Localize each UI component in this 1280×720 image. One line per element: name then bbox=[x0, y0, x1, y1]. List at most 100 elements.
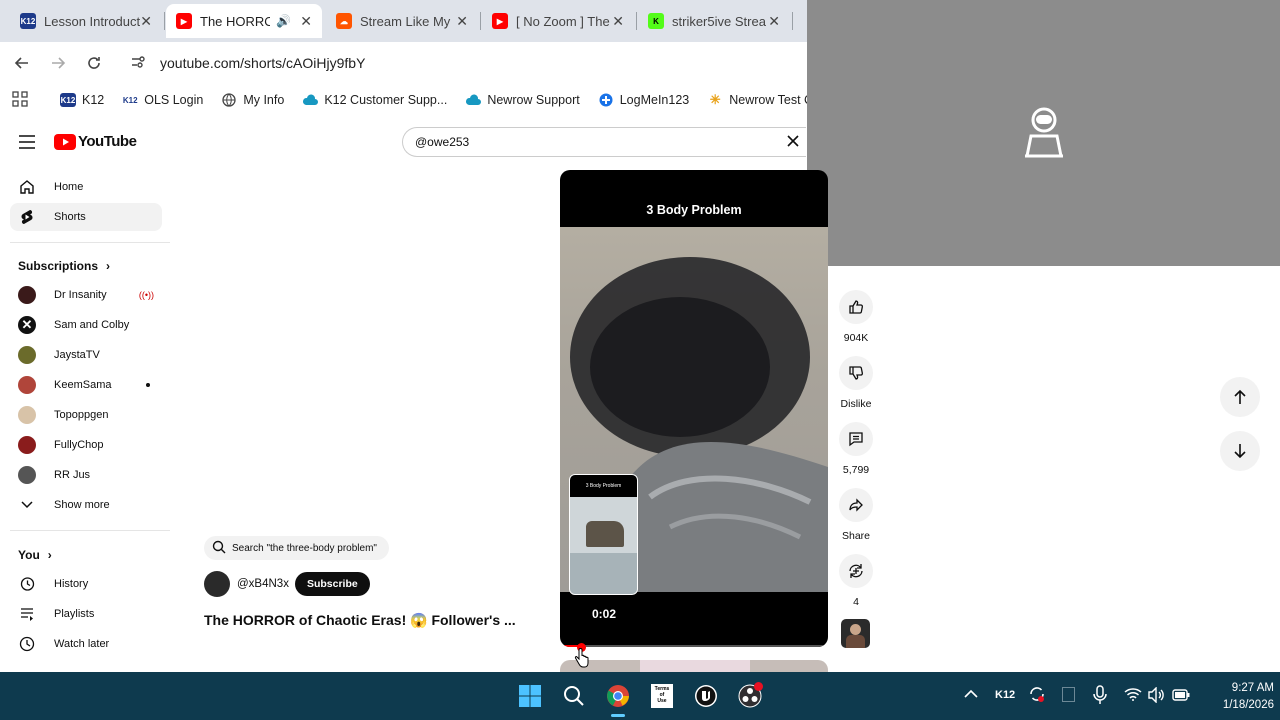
comments-button[interactable] bbox=[839, 422, 873, 456]
avatar bbox=[18, 466, 36, 484]
subscription-fullychop[interactable]: FullyChop bbox=[10, 431, 162, 459]
site-info-icon[interactable] bbox=[130, 54, 146, 73]
address-bar[interactable]: youtube.com/shorts/cAOiHjy9fbY bbox=[120, 47, 800, 79]
bookmark-k12-support[interactable]: K12 Customer Supp... bbox=[302, 93, 447, 107]
k12-icon: K12 bbox=[20, 13, 36, 29]
start-button[interactable] bbox=[514, 680, 546, 712]
remix-action[interactable]: 4 bbox=[836, 554, 876, 608]
clear-search-icon[interactable] bbox=[786, 134, 800, 151]
share-action[interactable]: Share bbox=[836, 488, 876, 542]
taskbar-unreal-engine[interactable] bbox=[690, 680, 722, 712]
tray-app-icon[interactable] bbox=[1062, 687, 1075, 702]
taskbar-search-button[interactable] bbox=[558, 680, 590, 712]
shorts-video-player[interactable]: 3 Body Problem 3 Body Problem 0:02 bbox=[560, 170, 828, 647]
microphone-icon[interactable] bbox=[1093, 685, 1107, 710]
comment-icon bbox=[849, 432, 863, 447]
menu-icon[interactable] bbox=[18, 134, 36, 155]
taskbar-obs[interactable] bbox=[734, 680, 766, 712]
close-icon[interactable]: ✕ bbox=[612, 13, 624, 30]
sound-thumbnail[interactable] bbox=[841, 619, 870, 648]
speaker-icon[interactable]: 🔊 bbox=[276, 14, 291, 28]
subscription-topoppgen[interactable]: Topoppgen bbox=[10, 401, 162, 429]
subscription-sam-and-colby[interactable]: ✕ Sam and Colby bbox=[10, 311, 162, 339]
tab-soundcloud[interactable]: ☁ Stream Like My ✕ bbox=[326, 4, 478, 38]
you-heading[interactable]: You › bbox=[18, 548, 52, 562]
subscription-jaystatv[interactable]: JaystaTV bbox=[10, 341, 162, 369]
scrub-preview-thumbnail: 3 Body Problem bbox=[569, 474, 638, 595]
battery-icon[interactable] bbox=[1172, 688, 1190, 706]
sidebar-item-history[interactable]: History bbox=[10, 570, 162, 598]
dislike-button[interactable] bbox=[839, 356, 873, 390]
reload-button[interactable] bbox=[81, 50, 107, 76]
tab-lesson[interactable]: K12 Lesson Introduct ✕ bbox=[10, 4, 162, 38]
back-button[interactable] bbox=[9, 50, 35, 76]
chevron-right-icon: › bbox=[47, 548, 52, 562]
youtube-icon: ▶ bbox=[176, 13, 192, 29]
like-action[interactable]: 904K bbox=[836, 290, 876, 344]
bookmark-my-info[interactable]: My Info bbox=[221, 93, 284, 107]
tab-youtube-active[interactable]: ▶ The HORRO 🔊 ✕ bbox=[166, 4, 322, 38]
channel-handle[interactable]: @xB4N3x bbox=[237, 578, 289, 590]
search-suggestion-chip[interactable]: Search "the three-body problem" bbox=[204, 536, 389, 560]
tab-no-zoom[interactable]: ▶ [ No Zoom ] The ✕ bbox=[482, 4, 634, 38]
tab-kick[interactable]: K striker5ive Strea ✕ bbox=[638, 4, 790, 38]
wifi-icon[interactable] bbox=[1124, 687, 1142, 706]
forward-button[interactable] bbox=[45, 50, 71, 76]
new-content-dot bbox=[146, 383, 150, 387]
show-more-button[interactable]: Show more bbox=[10, 491, 162, 519]
cloud-icon bbox=[302, 93, 319, 107]
share-button[interactable] bbox=[839, 488, 873, 522]
short-title[interactable]: The HORROR of Chaotic Eras! 😱 Follower's… bbox=[204, 612, 516, 629]
close-icon[interactable]: ✕ bbox=[300, 13, 312, 30]
previous-short-button[interactable] bbox=[1220, 377, 1260, 417]
sync-tray-icon[interactable] bbox=[1028, 685, 1046, 708]
sidebar-item-home[interactable]: Home bbox=[10, 173, 162, 201]
next-short-preview[interactable] bbox=[560, 660, 828, 672]
bookmark-label: Newrow Support bbox=[487, 93, 580, 107]
taskbar-terms-of-use[interactable]: Terms of Use bbox=[646, 680, 678, 712]
channel-avatar[interactable] bbox=[204, 571, 230, 597]
sidebar-item-playlists[interactable]: Playlists bbox=[10, 600, 162, 628]
k12-tray-icon[interactable]: K12 bbox=[995, 689, 1015, 701]
channel-name: KeemSama bbox=[54, 379, 112, 391]
bookmark-ols-login[interactable]: K12 OLS Login bbox=[122, 93, 203, 107]
progress-bar[interactable] bbox=[560, 645, 828, 647]
sidebar-item-watch-later[interactable]: Watch later bbox=[10, 630, 162, 658]
home-icon bbox=[18, 178, 36, 196]
sidebar-label: Playlists bbox=[54, 608, 95, 620]
bookmark-label: K12 Customer Supp... bbox=[324, 93, 448, 107]
close-icon[interactable]: ✕ bbox=[768, 13, 780, 30]
youtube-logo[interactable]: YouTube bbox=[54, 133, 137, 150]
sidebar-label: History bbox=[54, 578, 89, 590]
clock[interactable]: 9:27 AM 1/18/2026 bbox=[1204, 680, 1274, 714]
tab-title: The HORRO bbox=[200, 13, 270, 29]
show-hidden-icons-button[interactable] bbox=[964, 686, 978, 704]
bookmark-k12[interactable]: K12 K12 bbox=[60, 93, 104, 107]
channel-name: Topoppgen bbox=[54, 409, 109, 421]
show-more-label: Show more bbox=[54, 499, 110, 511]
close-icon[interactable]: ✕ bbox=[456, 13, 468, 30]
subscription-rr-jus[interactable]: RR Jus bbox=[10, 461, 162, 489]
bookmark-logmein[interactable]: LogMeIn123 bbox=[597, 93, 689, 107]
taskbar-chrome[interactable] bbox=[602, 680, 634, 717]
like-button[interactable] bbox=[839, 290, 873, 324]
k12-icon: K12 bbox=[60, 93, 76, 107]
close-icon[interactable]: ✕ bbox=[140, 13, 152, 30]
subscription-keemsama[interactable]: KeemSama bbox=[10, 371, 162, 399]
apps-grid-icon[interactable] bbox=[12, 90, 28, 110]
sound-thumbnail-body bbox=[846, 635, 865, 648]
subscribe-button[interactable]: Subscribe bbox=[294, 572, 370, 596]
comments-action[interactable]: 5,799 bbox=[836, 422, 876, 476]
remix-icon bbox=[849, 564, 863, 578]
arrow-up-icon bbox=[1234, 389, 1246, 404]
bookmark-newrow-support[interactable]: Newrow Support bbox=[465, 93, 580, 107]
next-short-button[interactable] bbox=[1220, 431, 1260, 471]
search-input[interactable]: @owe253 bbox=[402, 127, 806, 157]
sidebar-item-shorts[interactable]: Shorts bbox=[10, 203, 162, 231]
remix-button[interactable] bbox=[839, 554, 873, 588]
volume-icon[interactable] bbox=[1148, 686, 1166, 708]
dislike-action[interactable]: Dislike bbox=[836, 356, 876, 410]
subscriptions-heading[interactable]: Subscriptions › bbox=[18, 259, 110, 273]
history-icon bbox=[18, 575, 36, 593]
subscription-dr-insanity[interactable]: Dr Insanity ((•)) bbox=[10, 281, 162, 309]
